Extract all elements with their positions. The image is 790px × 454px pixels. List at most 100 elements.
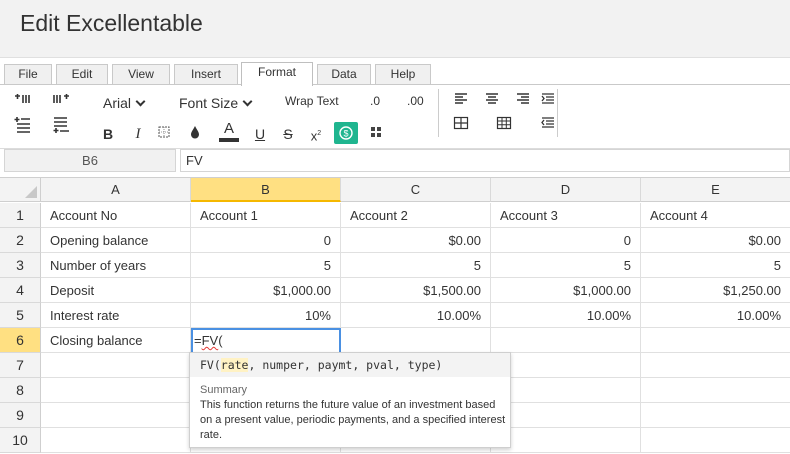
strikethrough-button[interactable]: S [279, 125, 297, 143]
table-cell[interactable]: $1,500.00 [341, 278, 491, 303]
table-cell[interactable]: Account No [41, 203, 191, 228]
table-cell[interactable]: Account 2 [341, 203, 491, 228]
table-cell[interactable]: 0 [491, 228, 641, 253]
table-cell[interactable]: 10.00% [341, 303, 491, 328]
table-cell[interactable]: $1,000.00 [191, 278, 341, 303]
table-cell[interactable]: 10.00% [641, 303, 790, 328]
table-cell[interactable] [41, 403, 191, 428]
table-cell[interactable]: 10.00% [491, 303, 641, 328]
table-cell[interactable]: 5 [491, 253, 641, 278]
table-cell[interactable]: $1,000.00 [491, 278, 641, 303]
row-header[interactable]: 1 [0, 203, 41, 228]
font-size-dropdown[interactable]: Font Size [179, 95, 253, 111]
tab-help[interactable]: Help [375, 64, 431, 85]
table-cell[interactable] [641, 328, 790, 353]
tab-edit[interactable]: Edit [56, 64, 108, 85]
row-header[interactable]: 10 [0, 428, 41, 453]
merge-cells-icon[interactable] [453, 116, 471, 134]
table-cell[interactable] [491, 328, 641, 353]
table-cell[interactable]: 5 [341, 253, 491, 278]
bold-button[interactable]: B [99, 125, 117, 143]
table-grid-icon[interactable] [496, 116, 514, 134]
column-header-e[interactable]: E [641, 178, 790, 202]
table-cell[interactable] [641, 353, 790, 378]
signature-function: FV( [200, 358, 221, 372]
svg-text:$: $ [343, 129, 348, 139]
cell-reference-box[interactable]: B6 [4, 149, 176, 172]
row-header[interactable]: 2 [0, 228, 41, 253]
column-header-d[interactable]: D [491, 178, 641, 202]
row-header[interactable]: 6 [0, 328, 41, 353]
table-cell[interactable]: Number of years [41, 253, 191, 278]
table-cell[interactable]: 5 [191, 253, 341, 278]
row-header[interactable]: 7 [0, 353, 41, 378]
fill-color-icon[interactable] [188, 124, 206, 142]
ribbon-separator [557, 89, 558, 137]
formula-input[interactable]: FV [180, 149, 790, 172]
table-cell[interactable]: Interest rate [41, 303, 191, 328]
table-cell[interactable]: $0.00 [341, 228, 491, 253]
table-cell[interactable] [41, 428, 191, 453]
tab-format[interactable]: Format [241, 62, 313, 86]
table-cell[interactable] [641, 378, 790, 403]
table-cell[interactable] [491, 378, 641, 403]
row-header[interactable]: 9 [0, 403, 41, 428]
row-header[interactable]: 3 [0, 253, 41, 278]
decrease-decimal-button[interactable]: .0 [370, 94, 380, 108]
table-cell[interactable]: 5 [641, 253, 790, 278]
underline-button[interactable]: U [251, 125, 269, 143]
table-cell[interactable]: 10% [191, 303, 341, 328]
table-cell[interactable]: Account 3 [491, 203, 641, 228]
table-cell[interactable]: 0 [191, 228, 341, 253]
font-color-button[interactable]: A [219, 121, 239, 143]
table-cell[interactable] [41, 378, 191, 403]
table-cell[interactable] [491, 428, 641, 453]
table-cell[interactable]: Account 1 [191, 203, 341, 228]
title-bar: Edit Excellentable [0, 0, 790, 58]
align-right-icon[interactable] [515, 92, 533, 110]
borders-icon[interactable] [157, 125, 175, 143]
table-cell[interactable] [41, 353, 191, 378]
cell-style-icon[interactable] [369, 125, 387, 143]
font-family-dropdown[interactable]: Arial [103, 95, 146, 111]
table-cell[interactable] [491, 403, 641, 428]
table-cell[interactable]: $1,250.00 [641, 278, 790, 303]
table-cell[interactable]: Opening balance [41, 228, 191, 253]
column-header-a[interactable]: A [41, 178, 191, 202]
tab-data[interactable]: Data [317, 64, 371, 85]
insert-row-above-icon[interactable] [14, 116, 32, 134]
table-cell[interactable] [491, 353, 641, 378]
tab-insert[interactable]: Insert [174, 64, 238, 85]
currency-format-button[interactable]: $ [334, 122, 358, 144]
align-left-icon[interactable] [453, 92, 471, 110]
indent-icon[interactable] [540, 92, 558, 110]
increase-decimal-button[interactable]: .00 [407, 94, 424, 108]
italic-button[interactable]: I [129, 125, 147, 143]
table-cell[interactable]: Deposit [41, 278, 191, 303]
row-header[interactable]: 8 [0, 378, 41, 403]
row-header[interactable]: 4 [0, 278, 41, 303]
table-cell[interactable] [341, 328, 491, 353]
format-ribbon: Arial Font Size Wrap Text .0 .00 B I A U… [0, 84, 790, 149]
font-color-swatch [219, 138, 239, 142]
column-header-b[interactable]: B [191, 178, 341, 202]
wrap-text-button[interactable]: Wrap Text [285, 94, 339, 108]
formula-function-name: FV [201, 333, 219, 348]
tab-file[interactable]: File [4, 64, 52, 85]
table-cell[interactable]: Closing balance [41, 328, 191, 353]
outdent-icon[interactable] [540, 116, 558, 134]
align-center-icon[interactable] [484, 92, 502, 110]
superscript-button[interactable]: x2 [307, 125, 325, 143]
select-all-corner[interactable] [0, 178, 41, 202]
insert-column-right-icon[interactable] [52, 93, 70, 111]
insert-column-left-icon[interactable] [14, 93, 32, 111]
row-header[interactable]: 5 [0, 303, 41, 328]
active-cell-editor[interactable]: =FV( [191, 328, 341, 354]
table-cell[interactable] [641, 403, 790, 428]
table-cell[interactable]: Account 4 [641, 203, 790, 228]
tab-view[interactable]: View [112, 64, 170, 85]
column-header-c[interactable]: C [341, 178, 491, 202]
table-cell[interactable]: $0.00 [641, 228, 790, 253]
insert-row-below-icon[interactable] [52, 116, 70, 134]
table-cell[interactable] [641, 428, 790, 453]
